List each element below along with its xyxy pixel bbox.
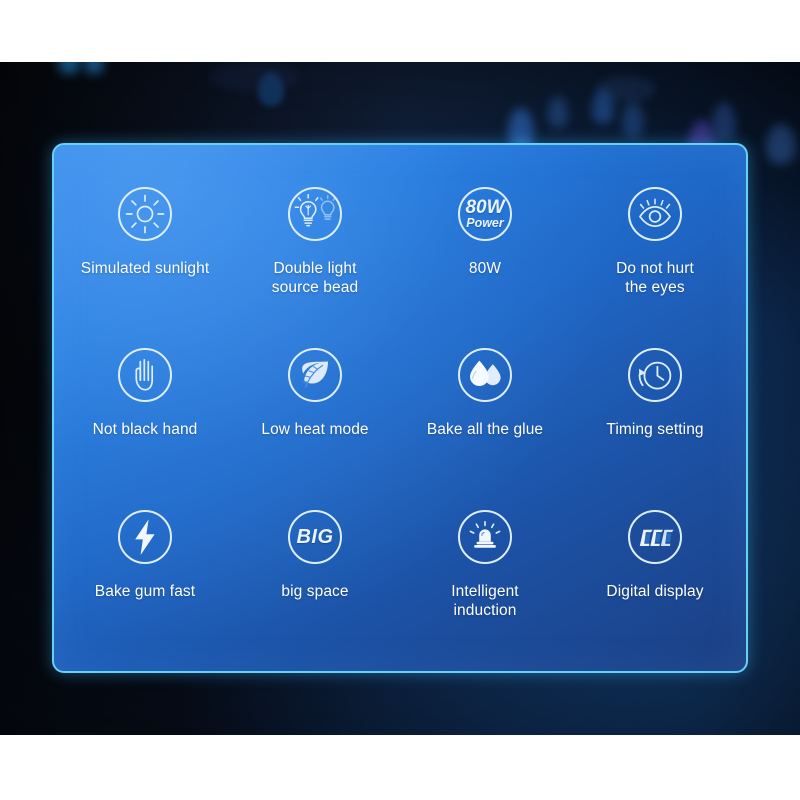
sun-icon [114,183,176,245]
feature-item-bake-gum-fast[interactable]: Bake gum fast [60,494,230,657]
siren-icon [454,506,516,568]
power-value: 80W [465,196,505,218]
feature-item-power-80w[interactable]: 80W Power 80W [400,167,570,330]
big-word: BIG [296,525,334,548]
feature-label: Not black hand [92,421,198,439]
leaf-icon [284,344,346,406]
feature-label: Digital display [606,582,704,600]
lightning-bolt-icon [114,506,176,568]
double-bulb-icon [284,183,346,245]
eye-icon [624,183,686,245]
feature-label: Bake all the glue [426,421,544,439]
feature-label: Low heat mode [261,421,369,439]
feature-item-timing-setting[interactable]: Timing setting [570,330,740,493]
feature-item-not-black-hand[interactable]: Not black hand [60,330,230,493]
feature-label: Do not hurt the eyes [616,260,694,296]
feature-label: Timing setting [606,421,704,439]
feature-label: Intelligent induction [451,582,519,619]
feature-label: Bake gum fast [94,582,196,600]
feature-item-big-space[interactable]: BIG big space [230,494,400,657]
feature-item-digital-display[interactable]: Digital display [570,494,740,657]
feature-label: 80W [468,260,502,277]
feature-label: big space [281,582,349,600]
big-text-icon-text: BIG [284,506,346,568]
feature-grid: Simulated sunlight Double light source b… [54,145,746,671]
feature-item-do-not-hurt-the-eyes[interactable]: Do not hurt the eyes [570,167,740,330]
feature-item-double-light-source-bead[interactable]: Double light source bead [230,167,400,330]
feature-panel: Simulated sunlight Double light source b… [52,143,748,673]
feature-item-low-heat-mode[interactable]: Low heat mode [230,330,400,493]
feature-item-intelligent-induction[interactable]: Intelligent induction [400,494,570,657]
screenshot-root: { "panel": { "border_color": "#63d2f5", … [0,0,800,800]
feature-label: Simulated sunlight [80,260,210,277]
seven-segment-icon [624,506,686,568]
hand-icon [114,344,176,406]
feature-item-bake-all-the-glue[interactable]: Bake all the glue [400,330,570,493]
feature-item-simulated-sunlight[interactable]: Simulated sunlight [60,167,230,330]
water-drops-icon [454,344,516,406]
power-80w-icon: 80W Power [454,183,516,245]
feature-label: Double light source bead [271,260,359,296]
clock-history-icon [624,344,686,406]
big-text-icon: BIG [284,506,346,568]
power-word: Power [466,215,504,230]
power-80w-icon-text: 80W Power [454,183,516,245]
